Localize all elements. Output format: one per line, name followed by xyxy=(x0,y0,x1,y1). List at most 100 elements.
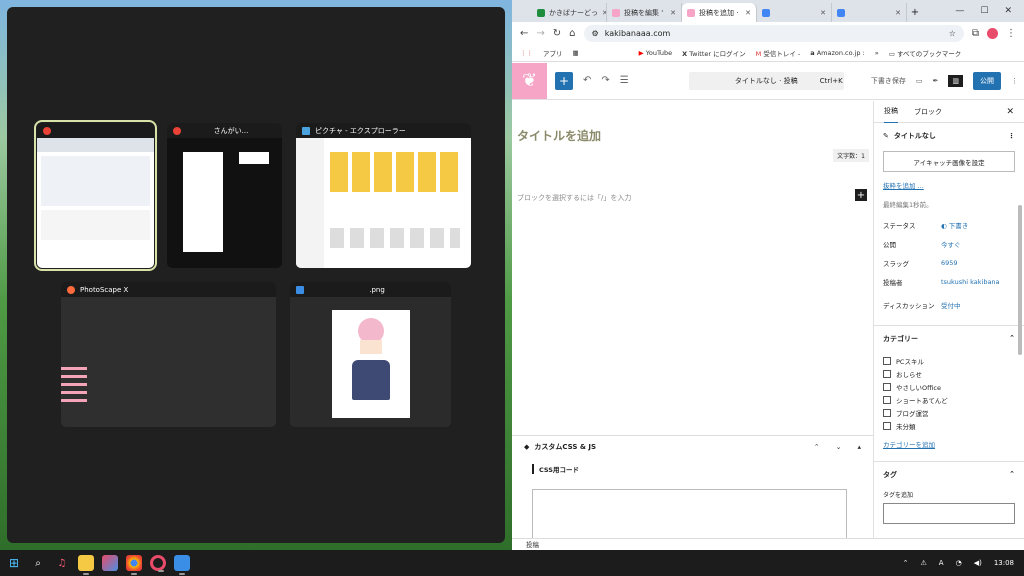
photoscape-icon[interactable] xyxy=(150,555,166,572)
post-actions-icon[interactable]: ⋮ xyxy=(1008,132,1015,140)
network-icon[interactable]: ◔ xyxy=(956,559,962,567)
featured-image-button[interactable]: アイキャッチ画像を設定 xyxy=(883,151,1015,172)
document-overview-icon[interactable]: ☰ xyxy=(620,75,629,86)
last-edited-text: 最終編集1秒前。 xyxy=(883,201,933,209)
close-sidebar-icon[interactable]: ✕ xyxy=(1006,107,1014,117)
preview-icon[interactable]: ▭ xyxy=(916,77,923,85)
bookmark-all[interactable]: ▭ すべてのブックマーク xyxy=(889,48,962,58)
bookmark-apps[interactable]: アプリ xyxy=(543,48,563,58)
discussion-value[interactable]: 受付中 xyxy=(941,300,961,310)
close-icon[interactable]: ✕ xyxy=(670,9,676,17)
save-draft-button[interactable]: 下書き保存 xyxy=(871,76,906,86)
close-icon[interactable]: ✕ xyxy=(820,9,826,17)
browser-tab[interactable]: ✕ xyxy=(757,3,832,22)
bookmark-amazon[interactable]: a Amazon.co.jp : xyxy=(810,49,865,57)
photoscape-icon xyxy=(67,285,75,294)
profile-avatar[interactable] xyxy=(987,27,998,39)
add-category-link[interactable]: カテゴリーを追加 xyxy=(883,439,1015,449)
chevron-up-icon[interactable]: ⌃ xyxy=(1009,334,1015,344)
tray-overflow-icon[interactable]: ⌃ xyxy=(903,559,909,567)
inline-add-block-button[interactable]: + xyxy=(855,189,867,201)
post-title-input[interactable]: タイトルを追加 xyxy=(517,127,601,144)
back-icon[interactable]: ← xyxy=(520,28,528,39)
new-tab-button[interactable]: + xyxy=(907,3,923,22)
photos-icon[interactable] xyxy=(174,555,190,575)
category-checkbox[interactable]: やさしいOffice xyxy=(874,380,1024,393)
settings-toggle-icon[interactable]: ▥ xyxy=(948,74,963,87)
address-bar[interactable]: ⚙ kakibanaaa.com ☆ xyxy=(583,24,964,42)
chrome-icon[interactable] xyxy=(126,555,142,575)
bookmark-youtube[interactable]: ▶ YouTube xyxy=(639,49,673,57)
volume-icon[interactable]: ◀) xyxy=(974,559,982,567)
category-checkbox[interactable]: 未分類 xyxy=(874,419,1024,432)
status-value[interactable]: ◐ 下書き xyxy=(941,220,968,230)
clock[interactable]: 13:08 xyxy=(994,559,1014,567)
browser-tab-active[interactable]: 投稿を追加 · ✕ xyxy=(682,3,757,22)
grid-icon[interactable]: ▦ xyxy=(573,49,579,57)
forward-icon[interactable]: → xyxy=(536,28,544,39)
options-icon[interactable]: ⋮ xyxy=(1011,77,1018,85)
bookmark-twitter[interactable]: X Twitter にログイン xyxy=(682,48,745,58)
site-info-icon[interactable]: ⚙ xyxy=(592,29,599,38)
sidebar-scrollbar[interactable] xyxy=(1018,205,1022,355)
file-explorer-icon[interactable] xyxy=(78,555,94,575)
close-icon[interactable]: ✕ xyxy=(745,9,751,17)
browser-tab[interactable]: かきばナーどっ✕ xyxy=(532,3,607,22)
start-icon[interactable]: ⊞ xyxy=(6,555,22,571)
category-checkbox[interactable]: ブログ運営 xyxy=(874,406,1024,419)
editor-canvas[interactable]: タイトルを追加 文字数：1 ブロックを選択するには「/」を入力 + xyxy=(512,101,873,435)
tag-panel-title[interactable]: タグ xyxy=(883,470,897,480)
move-up-icon[interactable]: ⌃ xyxy=(814,443,820,451)
snap-window-chrome[interactable] xyxy=(34,120,157,271)
slug-value[interactable]: 6959 xyxy=(941,259,958,267)
snap-window-explorer[interactable]: ピクチャ - エクスプローラー xyxy=(296,123,471,268)
publish-date-value[interactable]: 今すぐ xyxy=(941,239,961,249)
undo-icon[interactable]: ↶ xyxy=(583,75,591,86)
itunes-icon[interactable]: ♫ xyxy=(54,555,70,571)
move-down-icon[interactable]: ⌄ xyxy=(836,443,842,451)
publish-button[interactable]: 公開 xyxy=(973,71,1001,90)
close-icon[interactable]: ✕ xyxy=(895,9,901,17)
add-block-button[interactable]: + xyxy=(555,71,573,90)
ime-icon[interactable]: A xyxy=(939,559,944,567)
site-logo-icon[interactable]: ❦ xyxy=(512,62,547,99)
redo-icon[interactable]: ↷ xyxy=(601,75,609,86)
browser-tab[interactable]: 投稿を編集 ' ✕ xyxy=(607,3,682,22)
more-bookmarks-icon[interactable]: » xyxy=(875,49,879,57)
search-icon[interactable]: ⌕ xyxy=(30,555,46,571)
plugin-icon[interactable]: ✒ xyxy=(933,77,939,85)
snap-window-photos[interactable]: .png xyxy=(290,282,451,427)
category-checkbox[interactable]: ショートあてんど xyxy=(874,393,1024,406)
category-checkbox[interactable]: おしらせ xyxy=(874,367,1024,380)
category-checkbox[interactable]: PCスキル xyxy=(874,354,1024,367)
extensions-icon[interactable]: ⧉ xyxy=(972,28,979,39)
bookmark-gmail[interactable]: M 受信トレイ - xyxy=(756,48,801,58)
snap-window-photoscape[interactable]: PhotoScape X xyxy=(61,282,276,427)
home-icon[interactable]: ⌂ xyxy=(569,28,575,39)
snap-window-chrome-2[interactable]: さんがい... xyxy=(167,123,282,268)
category-panel-title[interactable]: カテゴリー xyxy=(883,334,918,344)
chevron-up-icon[interactable]: ⌃ xyxy=(1009,470,1015,480)
address-toolbar: ← → ↻ ⌂ ⚙ kakibanaaa.com ☆ ⧉ ⋮ xyxy=(512,22,1024,44)
copilot-icon[interactable] xyxy=(102,555,118,571)
reload-icon[interactable]: ↻ xyxy=(553,28,561,39)
maximize-icon[interactable]: ☐ xyxy=(980,6,988,16)
tab-post[interactable]: 投稿 xyxy=(884,101,898,123)
author-value[interactable]: tsukushi kakibana xyxy=(941,278,1000,286)
close-window-icon[interactable]: ✕ xyxy=(1004,6,1012,16)
editor-footer-breadcrumb[interactable]: 投稿 xyxy=(512,538,1024,550)
tag-input[interactable] xyxy=(883,503,1015,524)
collapse-icon[interactable]: ▴ xyxy=(857,443,861,451)
command-palette[interactable]: タイトルなし · 投稿 Ctrl+K xyxy=(688,71,844,90)
alert-icon[interactable]: ⚠ xyxy=(921,559,927,567)
tab-block[interactable]: ブロック xyxy=(914,107,942,117)
add-excerpt-link[interactable]: 抜粋を追加 ... xyxy=(883,180,1015,190)
block-placeholder[interactable]: ブロックを選択するには「/」を入力 xyxy=(517,193,631,203)
chrome-menu-icon[interactable]: ⋮ xyxy=(1006,28,1016,39)
browser-tab[interactable]: ✕ xyxy=(832,3,907,22)
chrome-icon xyxy=(173,126,181,135)
minimize-icon[interactable]: — xyxy=(955,6,964,16)
bookmark-star-icon[interactable]: ☆ xyxy=(949,29,956,38)
css-code-textarea[interactable] xyxy=(532,489,847,539)
wordpress-icon xyxy=(612,8,620,17)
